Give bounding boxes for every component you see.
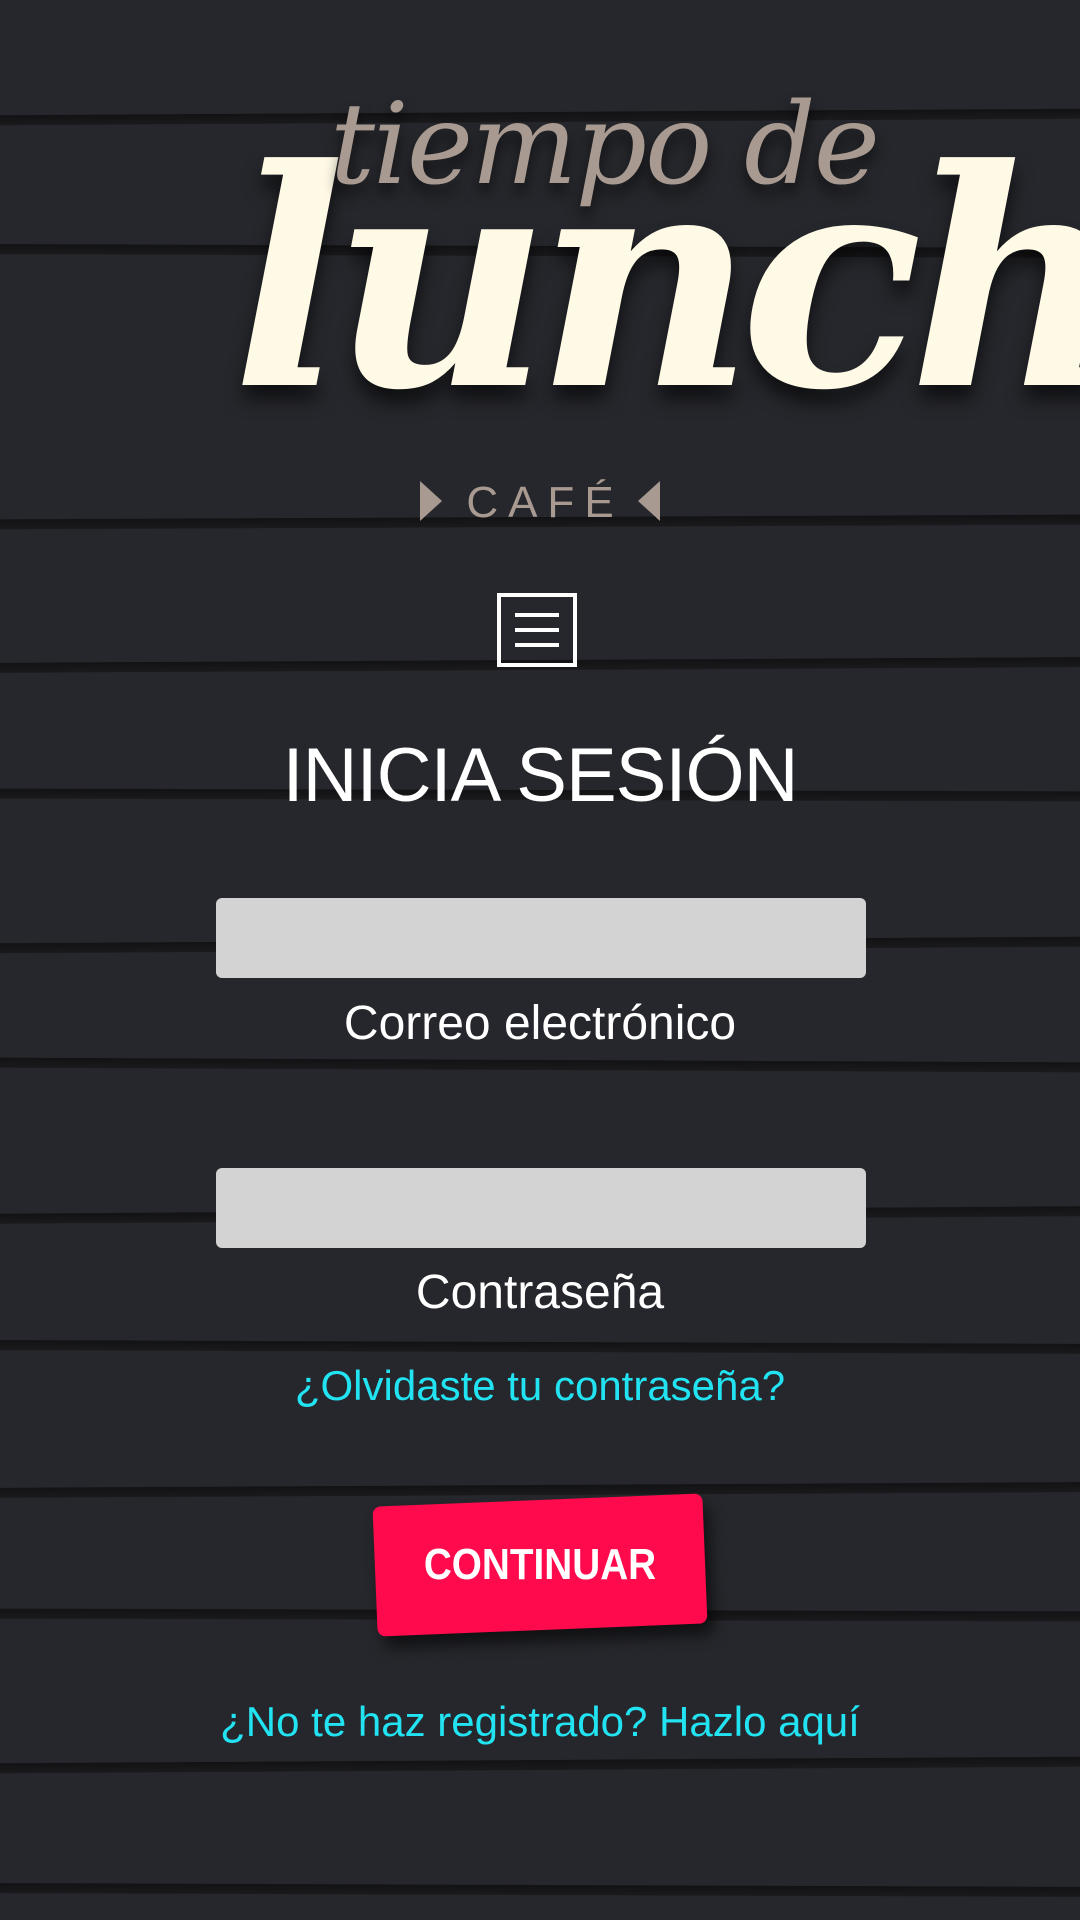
brand-logo: lunch tiempo de CAFÉ <box>0 0 1080 540</box>
logo-top-text: tiempo de <box>330 80 880 210</box>
triangle-right-icon <box>420 481 443 522</box>
email-label: Correo electrónico <box>343 997 737 1050</box>
continue-button-label: CONTINUAR <box>423 1540 657 1590</box>
logo-subtitle: CAFÉ <box>0 478 1080 528</box>
email-field[interactable] <box>216 898 866 978</box>
password-label: Contraseña <box>415 1266 665 1319</box>
logo-sub-text: CAFÉ <box>466 478 624 527</box>
continue-button[interactable]: CONTINUAR <box>372 1493 708 1637</box>
page-title: INICIA SESIÓN <box>282 733 799 818</box>
password-field[interactable] <box>216 1168 866 1248</box>
register-link[interactable]: ¿No te haz registrado? Hazlo aquí <box>0 1698 1080 1746</box>
menu-icon[interactable] <box>497 593 577 667</box>
triangle-left-icon <box>637 481 660 522</box>
forgot-password-link[interactable]: ¿Olvidaste tu contraseña? <box>0 1362 1080 1410</box>
